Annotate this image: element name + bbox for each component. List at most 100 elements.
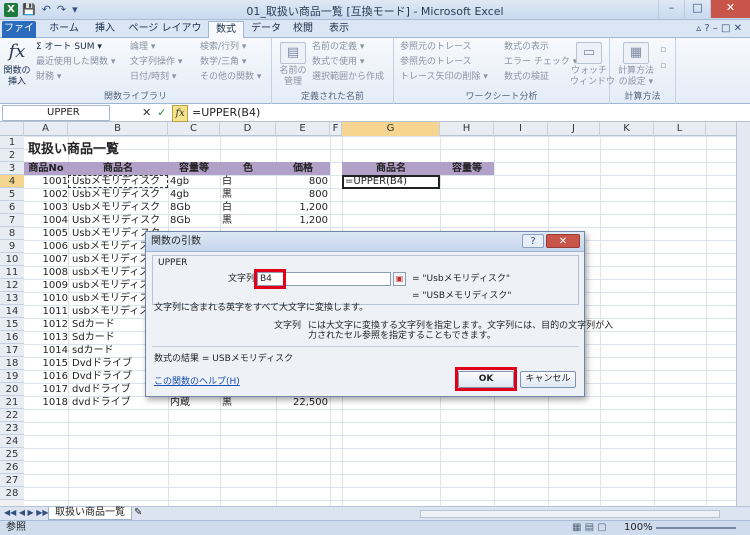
row-header[interactable]: 8 — [0, 227, 24, 240]
create-from-selection-button[interactable]: 選択範囲から作成 — [312, 71, 384, 83]
row-header[interactable]: 19 — [0, 370, 24, 383]
calc-sheet-icon[interactable]: ▫ — [660, 60, 666, 72]
remove-arrows-button[interactable]: トレース矢印の削除 ▾ — [400, 71, 488, 83]
recent-functions-button[interactable]: 最近使用した関数 ▾ — [36, 56, 115, 68]
column-header-e[interactable]: E — [276, 122, 330, 136]
color-cell[interactable]: 黒 — [222, 396, 276, 409]
row-header[interactable]: 1 — [0, 136, 24, 149]
tab-data[interactable]: データ — [248, 21, 284, 38]
column-header-d[interactable]: D — [220, 122, 276, 136]
row-header[interactable]: 22 — [0, 409, 24, 422]
ribbon-controls[interactable]: ▵ ? – □ ✕ — [696, 23, 742, 34]
product-no-cell[interactable]: 1017 — [24, 383, 68, 396]
product-no-cell[interactable]: 1001 — [24, 175, 68, 188]
product-name-cell[interactable]: dvdドライブ — [72, 396, 168, 409]
capacity-cell[interactable]: 4gb — [170, 188, 220, 201]
math-trig-button[interactable]: 数学/三角 ▾ — [200, 56, 246, 68]
row-header[interactable]: 27 — [0, 474, 24, 487]
column-header-i[interactable]: I — [494, 122, 548, 136]
column-header-a[interactable]: A — [24, 122, 68, 136]
column-header-g[interactable]: G — [342, 122, 440, 136]
formula-input[interactable]: =UPPER(B4) — [192, 105, 260, 120]
product-no-cell[interactable]: 1013 — [24, 331, 68, 344]
vertical-scrollbar[interactable] — [736, 122, 750, 506]
capacity-cell[interactable]: 内蔵 — [170, 396, 220, 409]
price-cell[interactable]: 800 — [276, 188, 328, 201]
watch-window-button[interactable]: ▭ ウォッチ ウィンドウ — [570, 42, 615, 88]
close-button[interactable]: ✕ — [710, 0, 750, 18]
row-header[interactable]: 7 — [0, 214, 24, 227]
define-name-button[interactable]: 名前の定義 ▾ — [312, 41, 364, 53]
column-header-j[interactable]: J — [548, 122, 600, 136]
row-header[interactable]: 23 — [0, 422, 24, 435]
autosum-button[interactable]: Σ オート SUM ▾ — [36, 41, 102, 53]
row-header[interactable]: 12 — [0, 279, 24, 292]
cancel-dialog-button[interactable]: キャンセル — [520, 371, 576, 388]
product-no-cell[interactable]: 1004 — [24, 214, 68, 227]
lookup-button[interactable]: 検索/行列 ▾ — [200, 41, 246, 53]
cancel-icon[interactable]: ✕ — [142, 105, 151, 122]
capacity-cell[interactable]: 8Gb — [170, 214, 220, 227]
collapse-dialog-icon[interactable]: ▣ — [393, 272, 406, 286]
maximize-button[interactable]: □ — [684, 0, 710, 18]
calculation-options-button[interactable]: ▦ 計算方法 の設定 ▾ — [616, 42, 656, 88]
tab-formulas[interactable]: 数式 — [208, 21, 244, 38]
row-header[interactable]: 18 — [0, 357, 24, 370]
financial-button[interactable]: 財務 ▾ — [36, 71, 61, 83]
zoom-slider[interactable] — [656, 527, 736, 529]
product-name-cell[interactable]: Usbメモリディスク — [72, 188, 168, 201]
color-cell[interactable]: 黒 — [222, 188, 276, 201]
product-no-cell[interactable]: 1016 — [24, 370, 68, 383]
insert-function-fx-button[interactable]: fx — [172, 105, 188, 122]
row-header[interactable]: 4 — [0, 175, 24, 188]
sheet-tab-product-list[interactable]: 取扱い商品一覧 — [48, 507, 132, 520]
row-header[interactable]: 5 — [0, 188, 24, 201]
sheet-nav-arrows[interactable]: ◀◀ ◀ ▶ ▶▶ — [4, 508, 49, 517]
price-cell[interactable]: 1,200 — [276, 201, 328, 214]
product-no-cell[interactable]: 1007 — [24, 253, 68, 266]
row-header[interactable]: 24 — [0, 435, 24, 448]
product-no-cell[interactable]: 1010 — [24, 292, 68, 305]
row-header[interactable]: 21 — [0, 396, 24, 409]
row-header[interactable]: 20 — [0, 383, 24, 396]
tab-review[interactable]: 校閲 — [288, 21, 318, 38]
product-no-cell[interactable]: 1009 — [24, 279, 68, 292]
capacity-cell[interactable]: 8Gb — [170, 201, 220, 214]
product-no-cell[interactable]: 1018 — [24, 396, 68, 409]
product-no-cell[interactable]: 1015 — [24, 357, 68, 370]
color-cell[interactable]: 黒 — [222, 214, 276, 227]
view-buttons[interactable]: ▦ ▤ ▢ — [572, 521, 607, 535]
text-functions-button[interactable]: 文字列操作 ▾ — [130, 56, 182, 68]
date-time-button[interactable]: 日付/時刻 ▾ — [130, 71, 176, 83]
row-header[interactable]: 10 — [0, 253, 24, 266]
tab-insert[interactable]: 挿入 — [88, 21, 122, 38]
logical-button[interactable]: 論理 ▾ — [130, 41, 155, 53]
tab-view[interactable]: 表示 — [322, 21, 356, 38]
row-header[interactable]: 28 — [0, 487, 24, 500]
row-header[interactable]: 6 — [0, 201, 24, 214]
product-no-cell[interactable]: 1003 — [24, 201, 68, 214]
row-header[interactable]: 26 — [0, 461, 24, 474]
active-cell-g4[interactable]: =UPPER(B4) — [342, 175, 440, 189]
product-no-cell[interactable]: 1006 — [24, 240, 68, 253]
row-header[interactable]: 16 — [0, 331, 24, 344]
price-cell[interactable]: 1,200 — [276, 214, 328, 227]
column-header-k[interactable]: K — [600, 122, 654, 136]
row-header[interactable]: 25 — [0, 448, 24, 461]
tab-home[interactable]: ホーム — [44, 21, 84, 38]
row-header[interactable]: 3 — [0, 162, 24, 175]
row-header[interactable]: 2 — [0, 149, 24, 162]
capacity-cell[interactable]: 4gb — [170, 175, 220, 188]
dialog-help-button[interactable]: ? — [522, 234, 544, 248]
column-header-l[interactable]: L — [654, 122, 706, 136]
select-all-corner[interactable] — [0, 122, 24, 136]
function-help-link[interactable]: この関数のヘルプ(H) — [154, 374, 240, 387]
color-cell[interactable]: 白 — [222, 175, 276, 188]
product-name-cell[interactable]: Usbメモリディスク — [72, 175, 168, 188]
column-header-b[interactable]: B — [68, 122, 168, 136]
row-header[interactable]: 13 — [0, 292, 24, 305]
color-cell[interactable]: 白 — [222, 201, 276, 214]
row-header[interactable]: 15 — [0, 318, 24, 331]
column-header-c[interactable]: C — [168, 122, 220, 136]
row-header[interactable]: 17 — [0, 344, 24, 357]
